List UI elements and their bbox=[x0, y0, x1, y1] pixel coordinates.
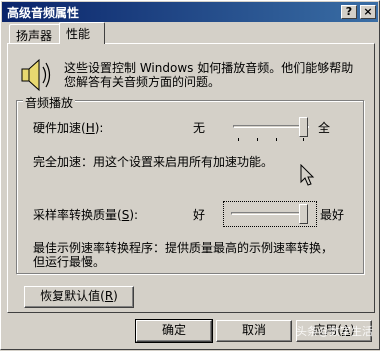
cancel-button[interactable]: 取消 bbox=[216, 320, 292, 342]
tick bbox=[276, 138, 277, 141]
group-label: 音频播放 bbox=[23, 94, 76, 111]
sample-rate-track[interactable] bbox=[231, 212, 307, 215]
sample-rate-thumb[interactable] bbox=[299, 204, 308, 224]
restore-defaults-button[interactable]: 恢复默认值(R) bbox=[24, 286, 134, 308]
hardware-accel-max-label: 全 bbox=[318, 121, 331, 135]
watermark: 头条@数字生活 bbox=[296, 325, 373, 338]
hardware-accel-min-label: 无 bbox=[193, 121, 206, 135]
hardware-accel-track[interactable] bbox=[233, 125, 309, 128]
sample-rate-max-label: 最好 bbox=[320, 208, 345, 222]
tick bbox=[257, 138, 258, 141]
sample-rate-description-line2: 但运行最慢。 bbox=[33, 255, 106, 269]
advanced-audio-properties-dialog: 高级音频属性 ? × 扬声器 性能 这些设置控制 Windows 如何播放音频。… bbox=[0, 0, 380, 350]
hardware-accel-thumb[interactable] bbox=[299, 117, 308, 137]
sample-rate-label: 采样率转换质量(S): bbox=[33, 208, 139, 222]
hardware-accel-description: 完全加速：用这个设置来启用所有加速功能。 bbox=[33, 155, 274, 169]
mouse-cursor-icon bbox=[300, 164, 315, 186]
tick bbox=[238, 138, 239, 141]
speaker-icon bbox=[21, 58, 51, 92]
hardware-accel-label: 硬件加速(H): bbox=[33, 121, 104, 135]
sample-rate-min-label: 好 bbox=[193, 208, 206, 222]
ok-button[interactable]: 确定 bbox=[135, 319, 213, 343]
intro-text-line2: 您解答有关音频方面的问题。 bbox=[64, 75, 221, 89]
tick bbox=[303, 138, 304, 141]
